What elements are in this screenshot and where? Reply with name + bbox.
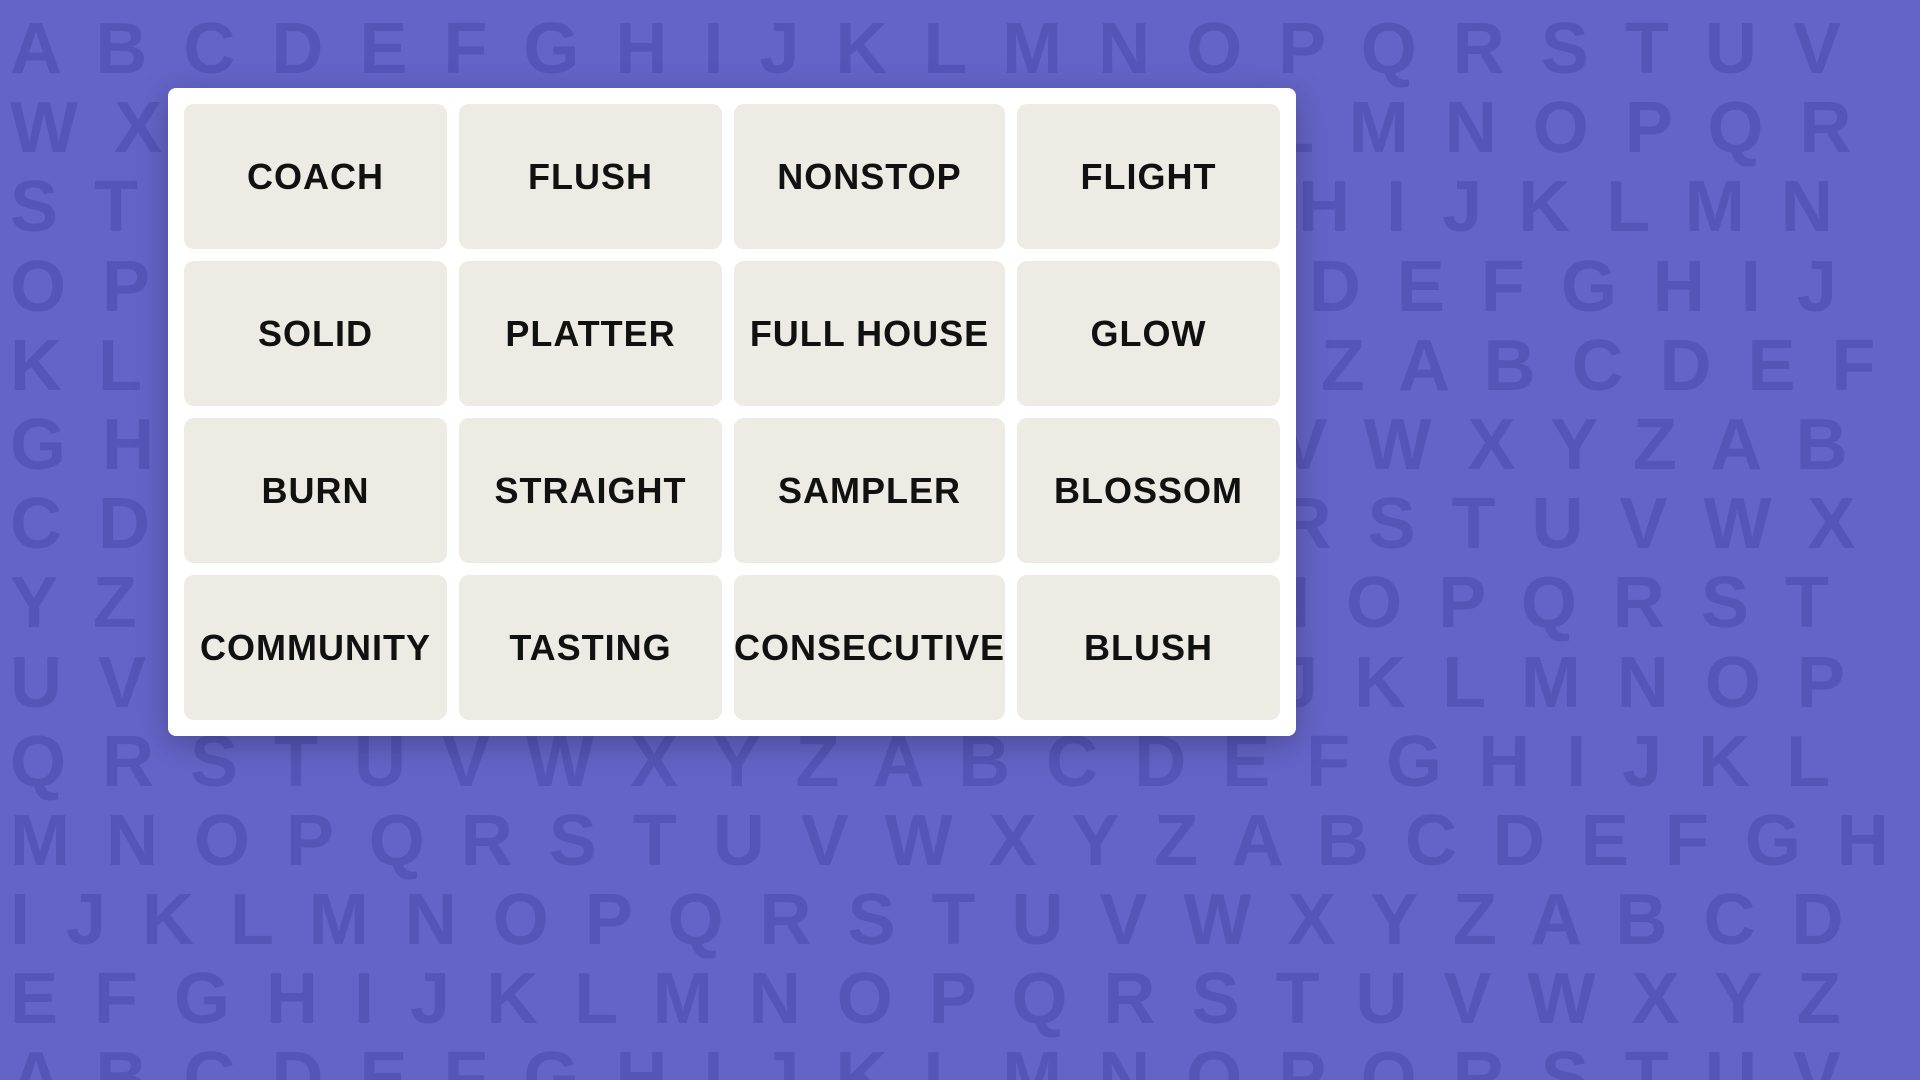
card-panel: COACH FLUSH NONSTOP FLIGHT SOLID PLATTER FULL …: [168, 88, 1296, 736]
word-card-5[interactable]: SOLID: [184, 261, 447, 406]
word-card-16[interactable]: BLUSH: [1017, 575, 1280, 720]
word-card-9[interactable]: BURN: [184, 418, 447, 563]
word-card-label-9: BURN: [261, 470, 369, 512]
word-card-label-2: FLUSH: [528, 156, 653, 198]
word-card-label-11: SAMPLER: [778, 470, 961, 512]
word-card-label-3: NONSTOP: [777, 156, 961, 198]
word-card-3[interactable]: NONSTOP: [734, 104, 1005, 249]
word-card-4[interactable]: FLIGHT: [1017, 104, 1280, 249]
word-card-15[interactable]: CONSECUTIVE: [734, 575, 1005, 720]
word-card-label-7: FULL HOUSE: [750, 313, 989, 355]
word-card-label-4: FLIGHT: [1081, 156, 1217, 198]
word-card-6[interactable]: PLATTER: [459, 261, 722, 406]
word-card-8[interactable]: GLOW: [1017, 261, 1280, 406]
word-card-label-6: PLATTER: [505, 313, 675, 355]
word-card-label-5: SOLID: [258, 313, 373, 355]
word-card-7[interactable]: FULL HOUSE: [734, 261, 1005, 406]
word-card-10[interactable]: STRAIGHT: [459, 418, 722, 563]
word-card-11[interactable]: SAMPLER: [734, 418, 1005, 563]
word-card-label-8: GLOW: [1091, 313, 1207, 355]
word-card-label-14: TASTING: [509, 627, 671, 669]
word-card-label-10: STRAIGHT: [494, 470, 686, 512]
word-card-label-1: COACH: [247, 156, 384, 198]
word-card-12[interactable]: BLOSSOM: [1017, 418, 1280, 563]
word-card-label-13: COMMUNITY: [200, 627, 431, 669]
word-card-13[interactable]: COMMUNITY: [184, 575, 447, 720]
word-card-label-12: BLOSSOM: [1054, 470, 1243, 512]
word-card-2[interactable]: FLUSH: [459, 104, 722, 249]
word-card-14[interactable]: TASTING: [459, 575, 722, 720]
word-card-label-16: BLUSH: [1084, 627, 1213, 669]
word-card-label-15: CONSECUTIVE: [734, 627, 1005, 669]
word-card-1[interactable]: COACH: [184, 104, 447, 249]
